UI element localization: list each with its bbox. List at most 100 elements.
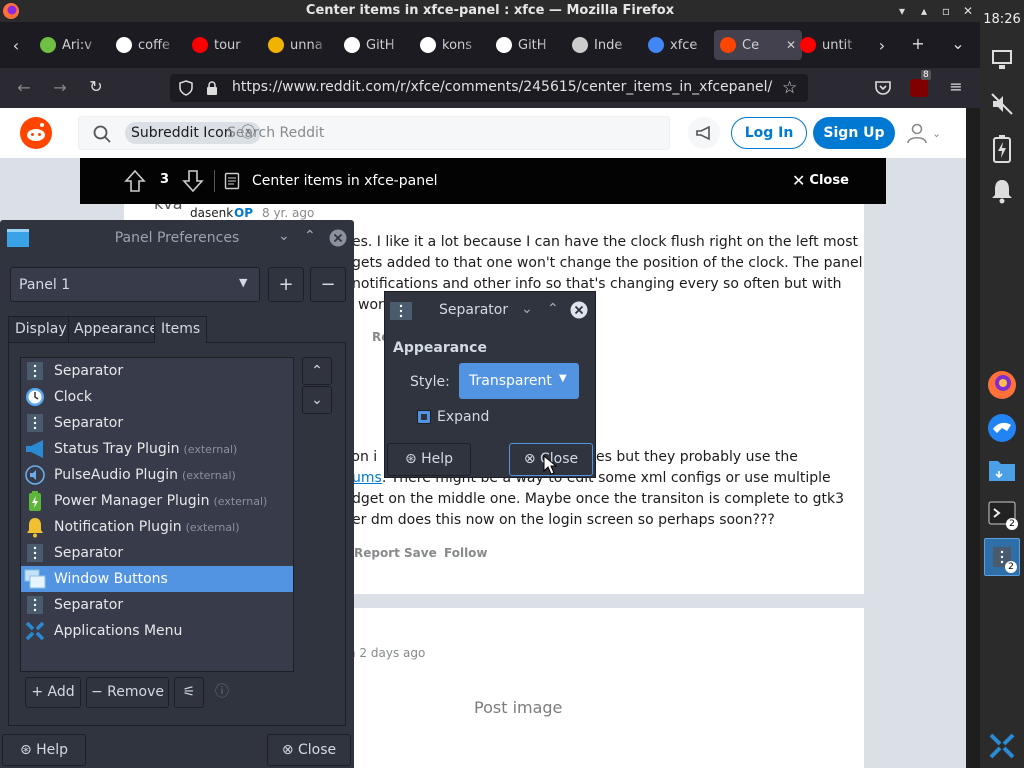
close-window-icon[interactable] [329,229,347,247]
tab-scroll-right-icon[interactable]: › [870,36,894,55]
search-bar[interactable]: Subreddit Icon ⓧ Search Reddit [78,116,670,150]
list-item[interactable]: Status Tray Plugin (external) [21,436,293,462]
forward-icon[interactable]: → [48,78,72,97]
panel-prefs-window-button[interactable]: 2 [984,538,1020,576]
item-about-button[interactable]: ⓘ [207,677,237,708]
add-panel-button[interactable]: + [268,267,304,302]
close-button[interactable]: ⊗ Close [267,734,351,766]
follow-action[interactable]: Follow [444,546,488,560]
close-dialog-icon[interactable] [570,301,588,319]
list-item-external-tag: (external) [213,494,268,508]
battery-icon[interactable] [992,134,1012,164]
tab-items[interactable]: Items [154,316,208,343]
tab-scroll-left-icon[interactable]: ‹ [4,36,28,55]
minimize-icon[interactable]: ⌄ [521,301,533,317]
close-tab-icon[interactable]: ✕ [786,38,796,52]
tab-item[interactable]: kons [420,30,480,60]
reply2-link[interactable]: ums [352,470,382,486]
chevron-up-icon[interactable]: ▴ [916,3,932,19]
battery-icon [24,490,46,512]
add-item-button[interactable]: + Add [25,677,81,708]
back-icon[interactable]: ← [12,78,36,97]
shield-icon[interactable] [178,80,194,96]
minimize-icon[interactable]: ▾ [894,3,910,19]
tab-item[interactable]: GitH [344,30,404,60]
url-bar[interactable]: https://www.reddit.com/r/xfce/comments/2… [170,74,808,102]
downvote-icon[interactable] [182,169,204,193]
upvote-icon[interactable] [124,169,146,193]
close-post-button[interactable]: ✕ Close [792,171,849,190]
help-button[interactable]: ⊛ Help [387,443,471,476]
hamburger-menu-icon[interactable]: ≡ [944,77,968,96]
tab-item[interactable]: GitH [496,30,556,60]
sign-up-button[interactable]: Sign Up [813,117,895,149]
tab-item[interactable]: coffe [116,30,176,60]
list-item[interactable]: Separator [21,358,293,384]
tab-item[interactable]: untit [800,30,860,60]
reddit-logo-icon[interactable] [20,117,52,149]
list-item[interactable]: PulseAudio Plugin (external) [21,462,293,488]
puzzle-icon [40,37,56,53]
move-up-button[interactable]: ⌃ [302,357,332,385]
move-down-button[interactable]: ⌄ [302,386,332,414]
list-tabs-icon[interactable]: ⌄ [946,34,970,53]
help-button[interactable]: ⊛ Help [2,734,86,766]
bookmark-star-icon[interactable]: ☆ [782,78,797,98]
items-list[interactable]: Separator Clock Separator Status Tray Plugi… [20,357,294,672]
ublock-icon[interactable]: 8 [910,70,931,97]
panel-clock[interactable]: 18:26 [980,12,1024,27]
save-action[interactable]: Save [404,546,437,560]
tab-appearance[interactable]: Appearance [68,316,165,343]
item-settings-button[interactable]: ⚟ [174,677,204,708]
maximize-icon[interactable]: ⌃ [304,228,316,244]
maximize-icon[interactable]: ⌃ [547,301,559,317]
advertise-button[interactable] [688,117,720,149]
expand-checkbox[interactable] [417,410,431,424]
xfce-menu-icon[interactable] [988,732,1016,760]
tab-item[interactable]: unna [268,30,328,60]
file-manager-launcher[interactable] [984,452,1020,488]
tab-label: GitH [366,37,395,53]
muted-speaker-icon[interactable] [990,92,1014,116]
list-item[interactable]: Separator [21,540,293,566]
report-action[interactable]: Report [354,546,400,560]
comment-author[interactable]: dasenk [190,206,233,220]
new-tab-icon[interactable]: + [906,34,930,53]
notification-bell-icon[interactable] [990,178,1014,204]
list-item[interactable]: Power Manager Plugin (external) [21,488,293,514]
firefox-launcher[interactable] [984,367,1020,403]
xfce-launcher[interactable] [984,410,1020,446]
youtube-icon [800,37,816,53]
network-icon[interactable] [990,48,1014,72]
list-item[interactable]: Separator [21,592,293,618]
post-image-placeholder[interactable]: Post image [474,698,562,717]
url-text[interactable]: https://www.reddit.com/r/xfce/comments/2… [232,79,772,95]
tab-item[interactable]: Ce ✕ [714,30,803,60]
tab-label: tour [214,37,241,53]
list-item[interactable]: Notification Plugin (external) [21,514,293,540]
user-menu-button[interactable]: ⌄ [906,120,950,146]
tab-item[interactable]: xfce [648,30,708,60]
tab-display[interactable]: Display [8,316,74,343]
tab-item[interactable]: tour [192,30,252,60]
panel-select[interactable]: Panel 1 ▼ [10,267,260,302]
lock-icon[interactable] [204,80,220,96]
minimize-icon[interactable]: ⌄ [278,228,290,244]
close-window-icon[interactable]: ✕ [960,3,976,19]
log-in-button[interactable]: Log In [731,117,807,149]
close-circle-icon: ⊗ [523,451,541,467]
list-item[interactable]: Separator [21,410,293,436]
list-item[interactable]: Applications Menu [21,618,293,644]
list-item[interactable]: Window Buttons [21,566,293,592]
list-item[interactable]: Clock [21,384,293,410]
tab-item[interactable]: Ari:v [40,30,100,60]
terminal-launcher[interactable]: 2 [984,496,1020,532]
remove-item-button[interactable]: − Remove [86,677,169,708]
reload-icon[interactable]: ↻ [84,77,108,96]
github-icon [420,37,436,53]
maximize-icon[interactable]: ▫ [938,3,954,19]
tab-item[interactable]: Inde [572,30,632,60]
remove-panel-button[interactable]: − [310,267,346,302]
style-select[interactable]: Transparent ▼ [459,363,579,399]
pocket-icon[interactable] [874,80,892,96]
